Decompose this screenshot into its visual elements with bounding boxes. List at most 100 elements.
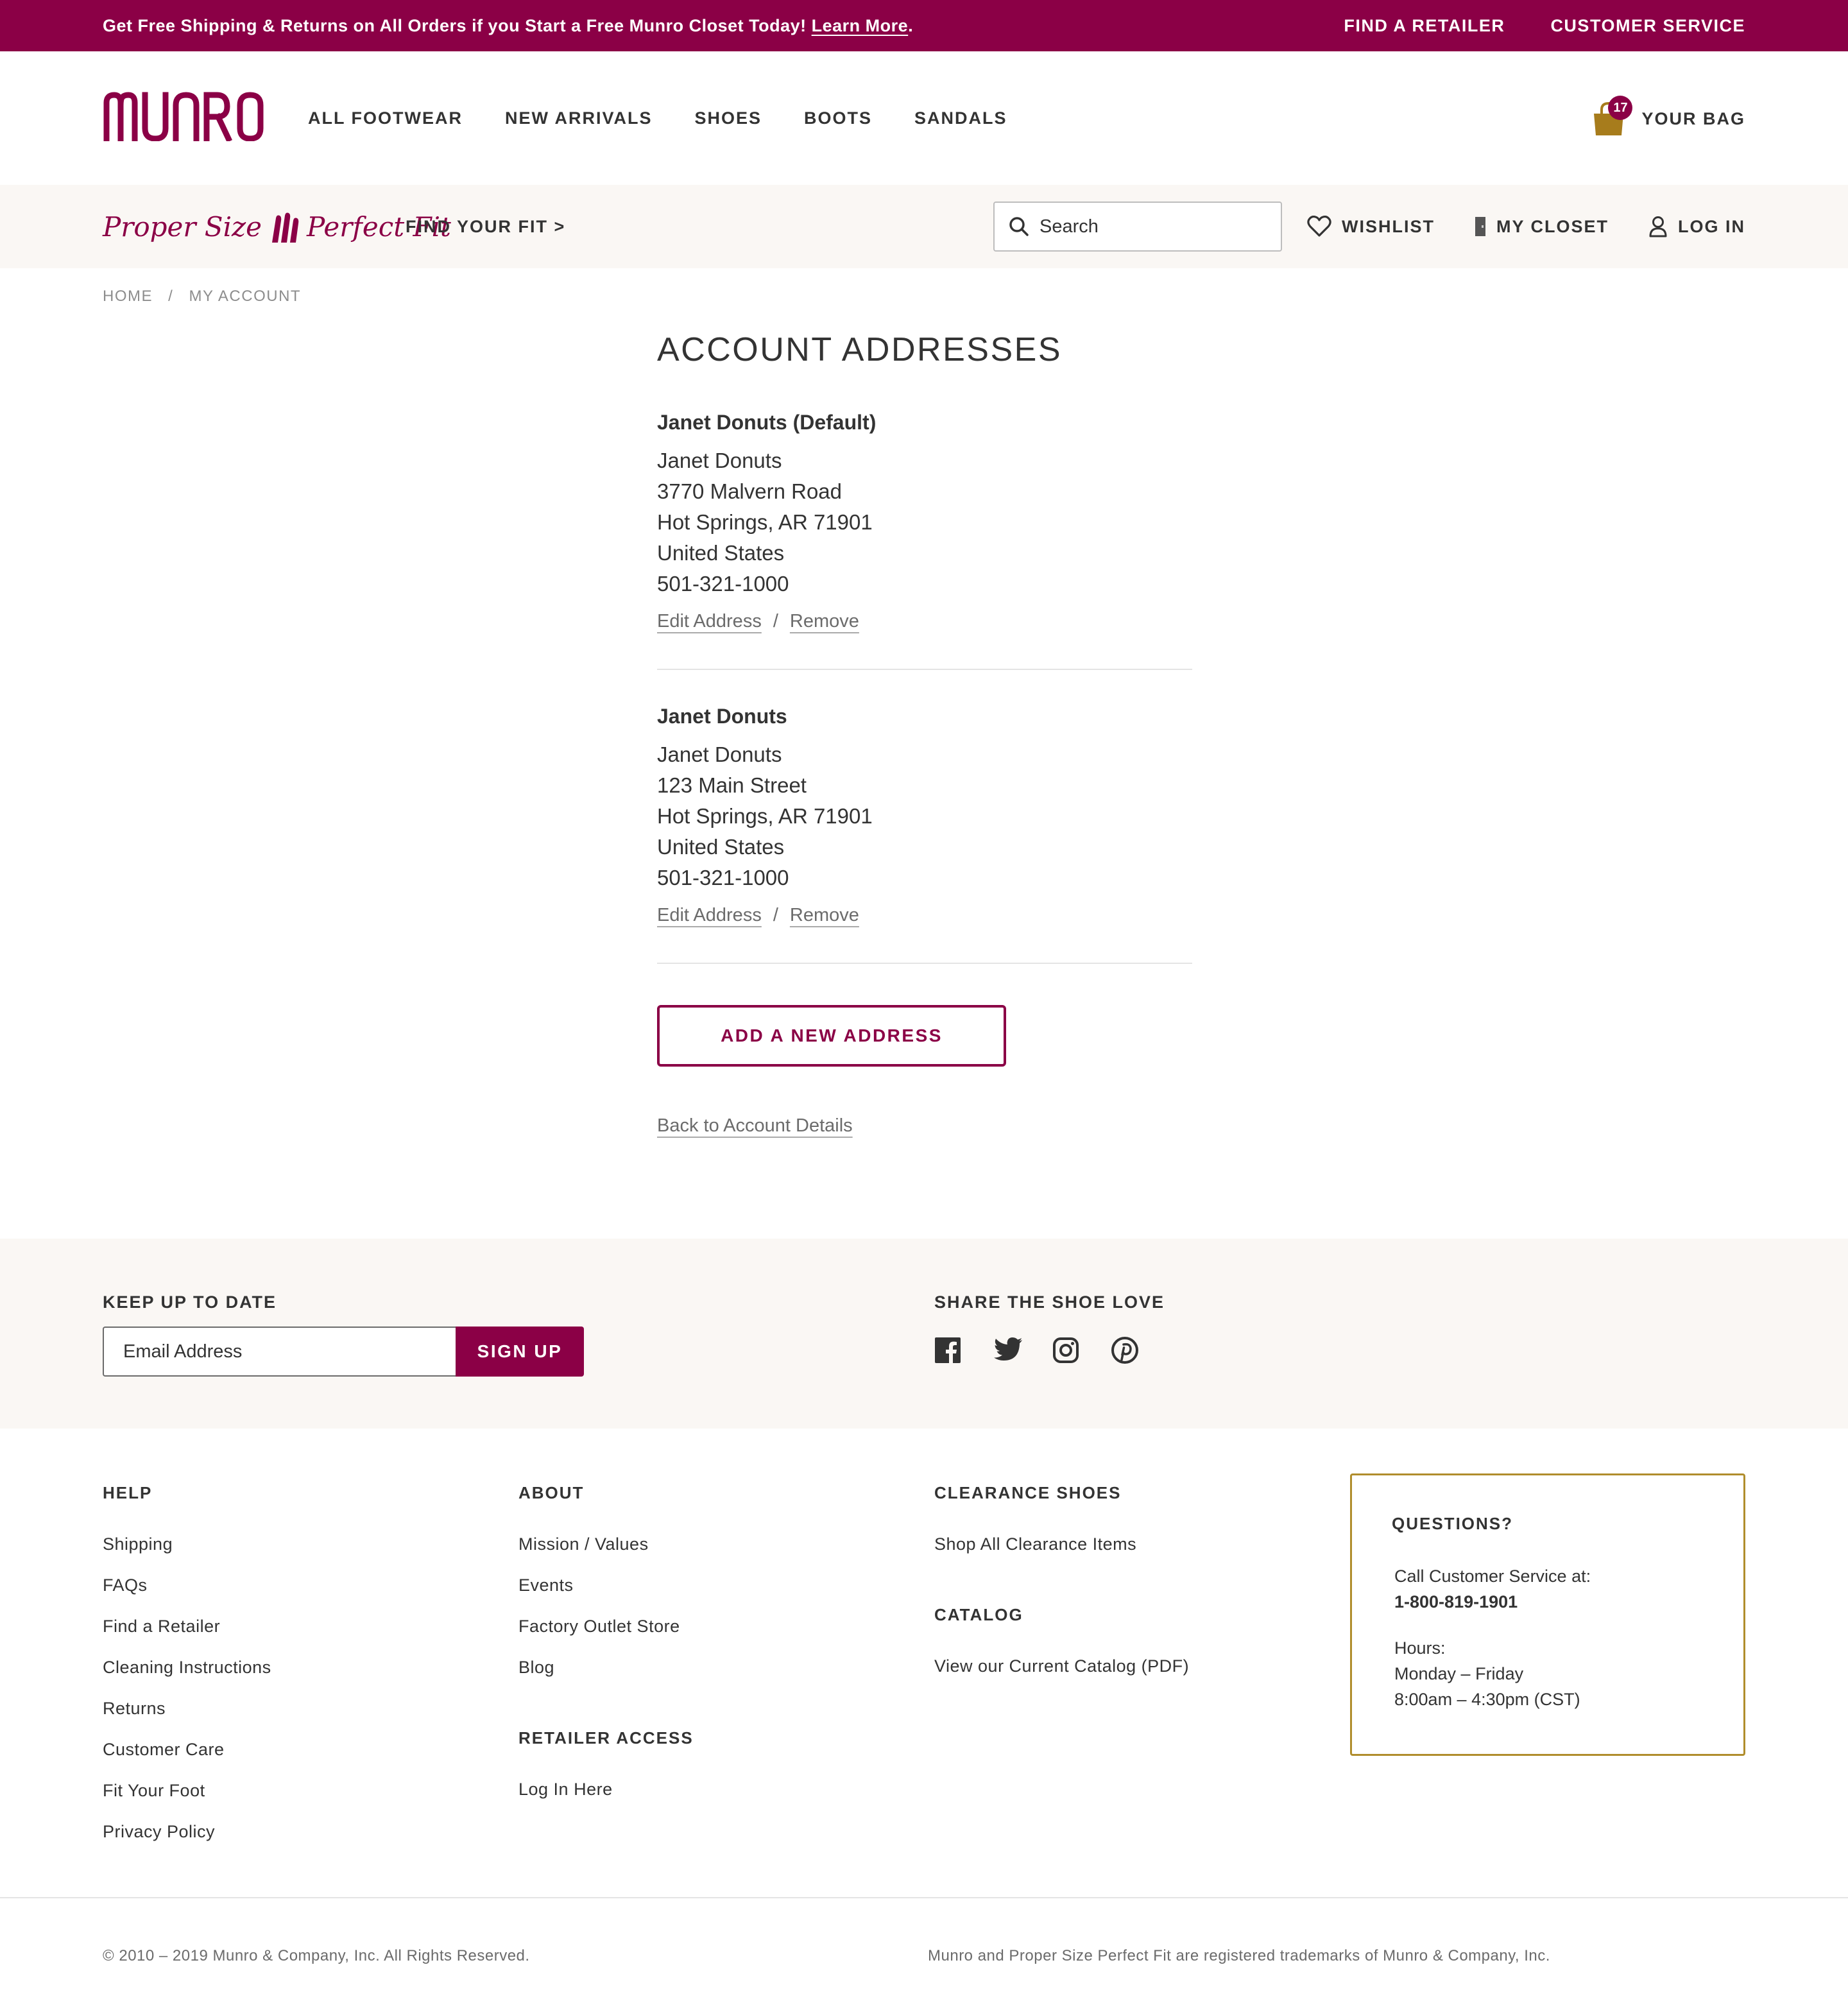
address-name: Janet Donuts <box>657 743 782 766</box>
edit-address-link[interactable]: Edit Address <box>657 611 762 631</box>
footer-link-catalog[interactable]: View our Current Catalog (PDF) <box>934 1645 1189 1687</box>
page-title: ACCOUNT ADDRESSES <box>657 331 1063 368</box>
footer-link-cleaning[interactable]: Cleaning Instructions <box>103 1647 271 1688</box>
footer-clearance-column: CLEARANCE SHOES Shop All Clearance Items… <box>934 1480 1189 1687</box>
pinterest-icon[interactable] <box>1111 1337 1138 1364</box>
footer-link-retailer-login[interactable]: Log In Here <box>518 1769 694 1810</box>
questions-box: QUESTIONS? Call Customer Service at: 1-8… <box>1350 1473 1745 1756</box>
shopping-bag-icon: 17 <box>1591 96 1633 137</box>
share-shoe-love-heading: SHARE THE SHOE LOVE <box>934 1292 1165 1312</box>
footer-link-returns[interactable]: Returns <box>103 1688 271 1729</box>
nav-shoes[interactable]: SHOES <box>694 108 762 128</box>
address-country: United States <box>657 835 785 859</box>
footer-link-privacy[interactable]: Privacy Policy <box>103 1811 271 1852</box>
promo-message: Get Free Shipping & Returns on All Order… <box>103 0 913 51</box>
address-actions: Edit Address / Remove <box>657 902 1192 928</box>
bag-button[interactable]: 17 YOUR BAG <box>1591 96 1745 141</box>
address-heading: Janet Donuts <box>657 705 787 728</box>
footer-link-faqs[interactable]: FAQs <box>103 1565 271 1606</box>
nav-new-arrivals[interactable]: NEW ARRIVALS <box>505 108 653 128</box>
social-links <box>934 1337 1170 1364</box>
footer-link-fit-your-foot[interactable]: Fit Your Foot <box>103 1770 271 1811</box>
address-phone: 501-321-1000 <box>657 572 789 596</box>
user-icon <box>1649 216 1667 237</box>
address-actions: Edit Address / Remove <box>657 608 1192 634</box>
munro-logo[interactable] <box>103 91 267 141</box>
twitter-icon[interactable] <box>993 1337 1022 1364</box>
promo-period: . <box>908 16 914 35</box>
account-links: WISHLIST MY CLOSET LOG IN <box>1267 185 1745 268</box>
hours-days: Monday – Friday <box>1394 1664 1524 1683</box>
hours-times: 8:00am – 4:30pm (CST) <box>1394 1690 1580 1709</box>
clearance-heading: CLEARANCE SHOES <box>934 1483 1122 1502</box>
footer-link-mission[interactable]: Mission / Values <box>518 1524 694 1565</box>
nav-all-footwear[interactable]: ALL FOOTWEAR <box>308 108 463 128</box>
footer-link-outlet[interactable]: Factory Outlet Store <box>518 1606 694 1647</box>
closet-door-icon <box>1475 217 1485 236</box>
copyright-text: © 2010 – 2019 Munro & Company, Inc. All … <box>103 1947 530 1964</box>
breadcrumb-home[interactable]: HOME <box>103 288 153 305</box>
main-nav: ALL FOOTWEAR NEW ARRIVALS SHOES BOOTS SA… <box>308 51 1050 185</box>
site-footer: HELP Shipping FAQs Find a Retailer Clean… <box>0 1429 1848 1897</box>
utility-bar: Proper Size Perfect Fit FIND YOUR FIT > … <box>0 185 1848 268</box>
retailer-access-heading: RETAILER ACCESS <box>518 1728 694 1748</box>
site-header: ALL FOOTWEAR NEW ARRIVALS SHOES BOOTS SA… <box>0 51 1848 185</box>
footer-link-events[interactable]: Events <box>518 1565 694 1606</box>
footer-link-clearance[interactable]: Shop All Clearance Items <box>934 1524 1189 1565</box>
newsletter-section: KEEP UP TO DATE SIGN UP SHARE THE SHOE L… <box>0 1239 1848 1429</box>
help-heading: HELP <box>103 1483 153 1502</box>
breadcrumb-my-account[interactable]: MY ACCOUNT <box>189 288 302 305</box>
facebook-icon[interactable] <box>934 1337 961 1364</box>
search-icon[interactable] <box>1009 216 1029 237</box>
back-to-account-details-link[interactable]: Back to Account Details <box>657 1115 853 1137</box>
action-separator: / <box>773 611 778 631</box>
heart-icon <box>1307 216 1331 237</box>
address-city: Hot Springs, AR 71901 <box>657 804 873 828</box>
nav-boots[interactable]: BOOTS <box>804 108 872 128</box>
footer-link-blog[interactable]: Blog <box>518 1647 694 1688</box>
promo-bar: Get Free Shipping & Returns on All Order… <box>0 0 1848 51</box>
bag-label: YOUR BAG <box>1641 108 1745 128</box>
address-city: Hot Springs, AR 71901 <box>657 510 873 534</box>
breadcrumb: HOME / MY ACCOUNT <box>103 288 301 305</box>
instagram-icon[interactable] <box>1052 1337 1079 1364</box>
customer-service-link[interactable]: CUSTOMER SERVICE <box>1550 16 1745 35</box>
remove-address-link[interactable]: Remove <box>790 905 859 925</box>
find-retailer-link[interactable]: FIND A RETAILER <box>1344 16 1505 35</box>
remove-address-link[interactable]: Remove <box>790 611 859 631</box>
catalog-group: CATALOG View our Current Catalog (PDF) <box>934 1602 1189 1687</box>
address-heading: Janet Donuts (Default) <box>657 411 877 434</box>
edit-address-link[interactable]: Edit Address <box>657 905 762 925</box>
my-closet-link[interactable]: MY CLOSET <box>1475 216 1609 237</box>
fit-logo-left: Proper Size <box>103 210 262 243</box>
footer-link-find-retailer[interactable]: Find a Retailer <box>103 1606 271 1647</box>
add-new-address-button[interactable]: ADD A NEW ADDRESS <box>657 1005 1006 1067</box>
address-phone: 501-321-1000 <box>657 866 789 889</box>
address-lines: Janet Donuts 123 Main Street Hot Springs… <box>657 739 1192 893</box>
my-closet-label: MY CLOSET <box>1496 216 1609 236</box>
account-addresses-content: ACCOUNT ADDRESSES Janet Donuts (Default)… <box>657 327 1192 1137</box>
customer-service-phone[interactable]: 1-800-819-1901 <box>1394 1589 1705 1615</box>
address-lines: Janet Donuts 3770 Malvern Road Hot Sprin… <box>657 445 1192 599</box>
find-your-fit-link[interactable]: FIND YOUR FIT > <box>406 185 565 268</box>
trademark-text: Munro and Proper Size Perfect Fit are re… <box>928 1947 1550 1964</box>
footprint-mark-icon <box>271 212 299 243</box>
sign-up-button[interactable]: SIGN UP <box>456 1327 584 1377</box>
log-in-label: LOG IN <box>1678 216 1745 236</box>
learn-more-link[interactable]: Learn More <box>812 16 909 35</box>
promo-text: Get Free Shipping & Returns on All Order… <box>103 16 807 35</box>
search-box <box>993 202 1282 252</box>
log-in-link[interactable]: LOG IN <box>1648 216 1745 237</box>
promo-links: FIND A RETAILER CUSTOMER SERVICE <box>1304 0 1745 51</box>
footer-link-customer-care[interactable]: Customer Care <box>103 1729 271 1770</box>
wishlist-link[interactable]: WISHLIST <box>1307 216 1435 237</box>
proper-size-perfect-fit-logo[interactable]: Proper Size Perfect Fit <box>103 204 451 249</box>
footer-about-column: ABOUT Mission / Values Events Factory Ou… <box>518 1480 694 1810</box>
footer-link-shipping[interactable]: Shipping <box>103 1524 271 1565</box>
nav-sandals[interactable]: SANDALS <box>914 108 1007 128</box>
keep-up-to-date-heading: KEEP UP TO DATE <box>103 1292 277 1312</box>
address-card: Janet Donuts (Default) Janet Donuts 3770… <box>657 408 1192 670</box>
email-field[interactable] <box>103 1327 456 1377</box>
search-input[interactable] <box>1040 216 1270 237</box>
action-separator: / <box>773 905 778 925</box>
